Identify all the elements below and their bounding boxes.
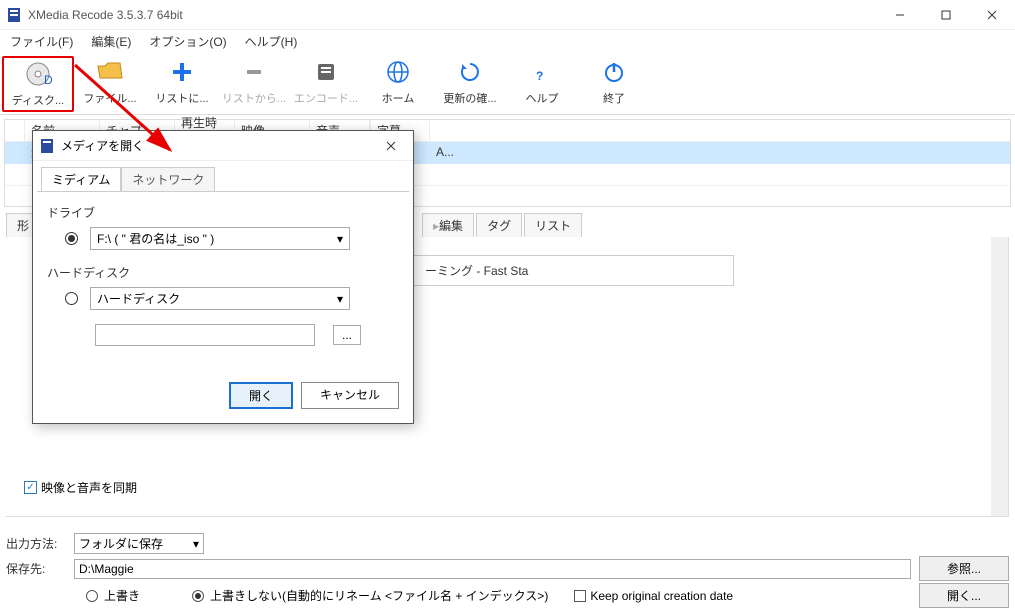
dialog-cancel-button[interactable]: キャンセル [301,382,399,409]
app-title: XMedia Recode 3.5.3.7 64bit [28,8,183,22]
dialog-titlebar: メディアを開く [33,131,413,161]
keep-date-checkbox[interactable]: Keep original creation date [574,589,733,603]
toolbar-file-label: ファイル... [83,90,136,106]
dialog-title: メディアを開く [61,137,144,154]
refresh-icon [458,58,482,86]
output-area: 出力方法: フォルダに保存 ▾ 保存先: 参照... 上書き 上書きしない(自動… [0,527,1015,607]
menu-help[interactable]: ヘルプ(H) [241,31,302,52]
tab-tag[interactable]: タグ [476,213,522,237]
toolbar: DVD ディスク... ファイル... リストに... リストから... エンコ… [0,52,1015,115]
disc-icon: DVD [24,60,52,88]
chevron-down-icon: ▾ [193,537,199,551]
dialog-tab-network[interactable]: ネットワーク [121,167,215,191]
col-checkbox[interactable] [5,120,25,141]
dialog-tab-medium[interactable]: ミディアム [41,167,121,191]
stream-text: ーミング - Fast Sta [425,264,528,278]
toolbar-file-button[interactable]: ファイル... [74,56,146,112]
chevron-down-icon: ▾ [337,292,343,306]
overwrite-label: 上書き [104,587,140,604]
svg-text:DVD: DVD [44,73,52,87]
checkbox-icon: ✓ [24,481,37,494]
sync-label: 映像と音声を同期 [41,479,137,496]
radio-no-overwrite[interactable] [192,590,204,602]
toolbar-exit-button[interactable]: 終了 [578,56,650,112]
app-icon [39,138,55,154]
power-icon [602,58,626,86]
toolbar-home-label: ホーム [382,90,415,106]
output-dest-label: 保存先: [6,560,66,577]
menu-file[interactable]: ファイル(F) [6,31,77,52]
toolbar-update-button[interactable]: 更新の確... [434,56,506,112]
encode-icon [315,58,337,86]
help-icon: ? [530,58,554,86]
toolbar-add-label: リストに... [155,90,208,106]
radio-overwrite[interactable] [86,590,98,602]
toolbar-disc-button[interactable]: DVD ディスク... [2,56,74,112]
toolbar-disc-label: ディスク... [12,92,64,108]
globe-icon [386,58,410,86]
dialog-open-button[interactable]: 開く [229,382,293,409]
dialog-close-button[interactable] [368,131,413,161]
cell-video: A... [430,142,460,164]
svg-text:?: ? [536,69,543,83]
scrollbar[interactable] [991,237,1008,516]
output-method-select[interactable]: フォルダに保存 ▾ [74,533,204,554]
tab-edit[interactable]: ▸編集 [422,213,474,237]
hdd-browse-button[interactable]: ... [333,325,361,345]
app-icon [6,7,22,23]
browse-button[interactable]: 参照... [919,556,1009,581]
toolbar-remove-button[interactable]: リストから... [218,56,290,112]
radio-drive[interactable] [65,232,78,245]
maximize-button[interactable] [923,0,969,30]
drive-group-label: ドライブ [47,204,399,221]
toolbar-encode-label: エンコード... [294,90,358,106]
toolbar-add-button[interactable]: リストに... [146,56,218,112]
toolbar-encode-button[interactable]: エンコード... [290,56,362,112]
chevron-down-icon: ▾ [337,232,343,246]
menubar: ファイル(F) 編集(E) オプション(O) ヘルプ(H) [0,30,1015,52]
hdd-group-label: ハードディスク [47,264,399,281]
toolbar-update-label: 更新の確... [443,90,496,106]
hdd-select[interactable]: ハードディスク ▾ [90,287,350,310]
minus-icon [244,58,264,86]
hdd-path-input[interactable] [95,324,315,346]
close-button[interactable] [969,0,1015,30]
no-overwrite-label: 上書きしない(自動的にリネーム <ファイル名 + インデックス>) [210,587,548,604]
open-folder-button[interactable]: 開く... [919,583,1009,608]
sync-av-checkbox[interactable]: ✓ 映像と音声を同期 [24,479,137,496]
checkbox-icon [574,590,586,602]
menu-options[interactable]: オプション(O) [145,31,230,52]
toolbar-remove-label: リストから... [222,90,286,106]
output-method-label: 出力方法: [6,535,66,552]
toolbar-help-button[interactable]: ? ヘルプ [506,56,578,112]
radio-hdd[interactable] [65,292,78,305]
toolbar-exit-label: 終了 [603,90,625,106]
output-dest-input[interactable] [74,559,911,579]
toolbar-home-button[interactable]: ホーム [362,56,434,112]
folder-icon [96,58,124,86]
plus-icon [170,58,194,86]
toolbar-help-label: ヘルプ [526,90,559,106]
titlebar: XMedia Recode 3.5.3.7 64bit [0,0,1015,30]
minimize-button[interactable] [877,0,923,30]
tab-list[interactable]: リスト [524,213,582,237]
open-media-dialog: メディアを開く ミディアム ネットワーク ドライブ F:\ ( " 君の名は_i… [32,130,414,424]
drive-select[interactable]: F:\ ( " 君の名は_iso " ) ▾ [90,227,350,250]
menu-edit[interactable]: 編集(E) [87,31,135,52]
